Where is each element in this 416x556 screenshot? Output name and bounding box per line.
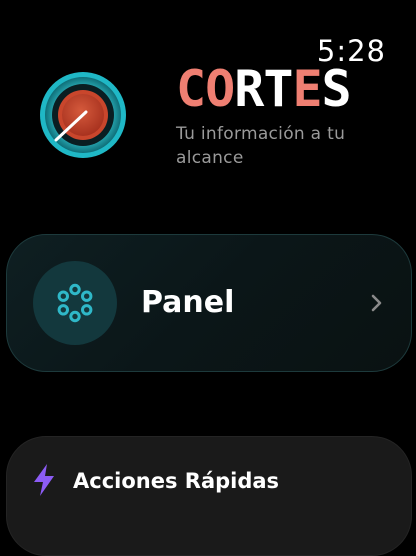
target-dial-icon (40, 72, 126, 158)
app-logo (40, 72, 126, 158)
chevron-right-icon (371, 294, 382, 312)
brand-segment: S (321, 60, 352, 118)
brand-segment: E (292, 60, 322, 118)
tagline: Tu información a tu alcance (176, 124, 346, 168)
panel-menu-item[interactable]: Panel (6, 234, 412, 372)
brand-wordmark: CO RT E S (176, 60, 352, 118)
brand-segment: CO (176, 60, 235, 118)
panel-label: Panel (141, 285, 235, 320)
brand-segment: RT (234, 60, 293, 118)
quick-actions-label: Acciones Rápidas (73, 469, 280, 493)
lightning-icon (34, 464, 54, 496)
quick-actions-menu-item[interactable]: Acciones Rápidas (6, 436, 412, 556)
panel-icon-badge (33, 261, 117, 345)
dots-ring-icon (57, 283, 93, 323)
